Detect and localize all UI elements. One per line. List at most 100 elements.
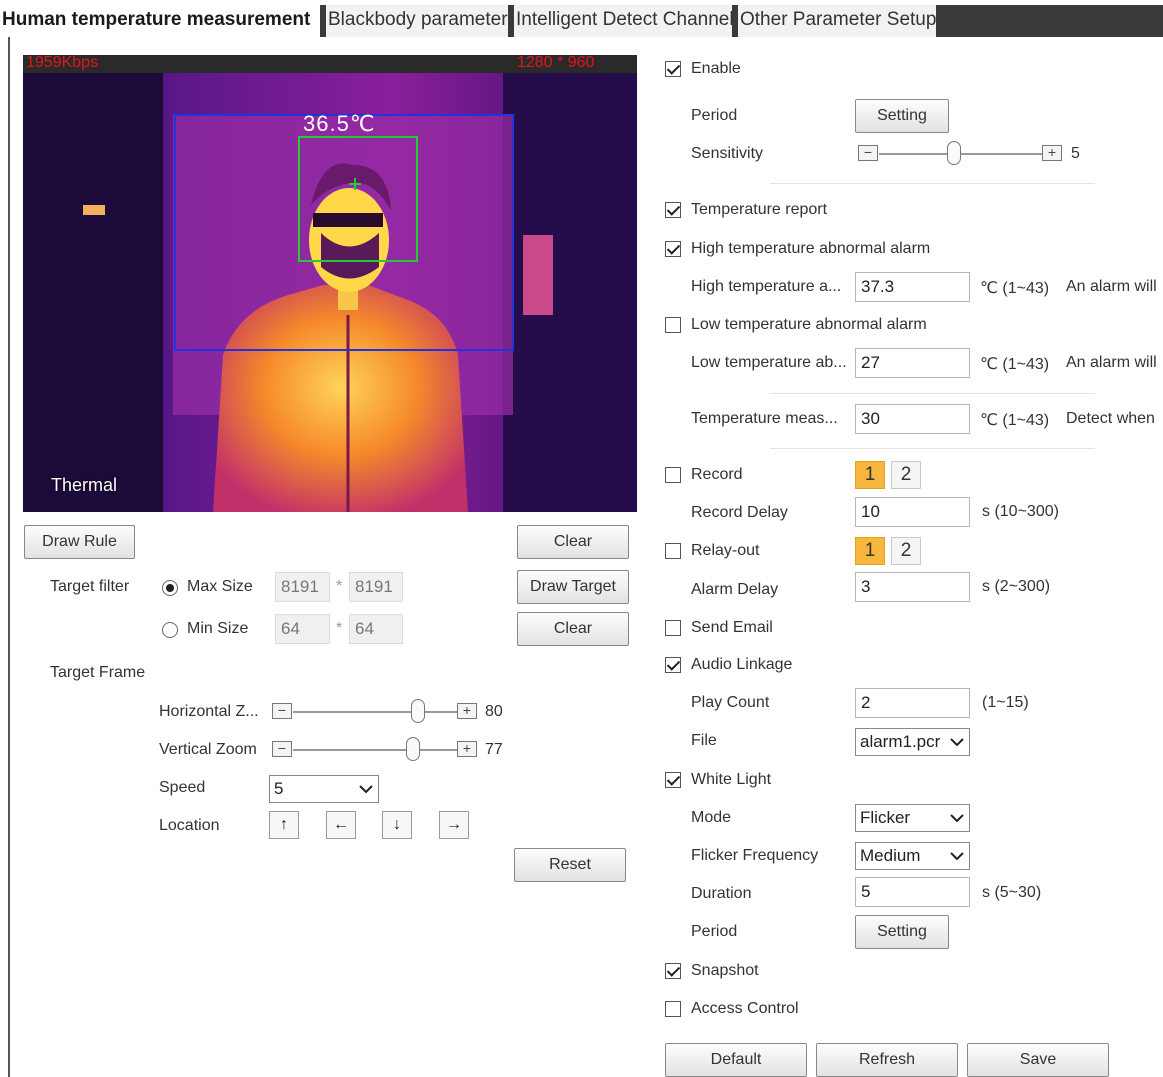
audio-linkage-label: Audio Linkage (691, 656, 793, 673)
default-button[interactable]: Default (665, 1043, 807, 1077)
sensitivity-label: Sensitivity (691, 145, 764, 162)
target-filter-label: Target filter (50, 578, 130, 595)
sensitivity-plus[interactable]: + (1042, 145, 1062, 161)
max-height-field[interactable]: 8191 (349, 572, 403, 602)
play-count-range: (1~15) (982, 694, 1029, 711)
low-alarm-label: Low temperature abnormal alarm (691, 316, 927, 333)
enable-checkbox[interactable] (665, 61, 681, 77)
horizontal-zoom-track[interactable] (293, 711, 457, 713)
speed-label: Speed (159, 779, 206, 796)
send-email-checkbox[interactable] (665, 620, 681, 636)
record-channel-2[interactable]: 2 (891, 461, 921, 489)
tab-bar: Human temperature measurement Blackbody … (0, 5, 1163, 37)
resolution-label: 1280 * 960 (517, 55, 595, 71)
horizontal-zoom-minus[interactable]: − (272, 703, 292, 719)
vertical-zoom-thumb[interactable] (406, 737, 420, 761)
arrow-left-icon[interactable]: ← (326, 811, 356, 839)
save-button[interactable]: Save (967, 1043, 1109, 1077)
mode-select[interactable]: Flicker (855, 804, 970, 832)
duration-label: Duration (691, 885, 752, 902)
times-sign: * (336, 578, 343, 595)
high-alarm-checkbox[interactable] (665, 241, 681, 257)
high-alarm-label: High temperature abnormal alarm (691, 240, 931, 257)
divider (770, 183, 1095, 184)
play-count-field[interactable]: 2 (855, 688, 970, 718)
snapshot-checkbox[interactable] (665, 963, 681, 979)
record-channel-1[interactable]: 1 (855, 461, 885, 489)
horizontal-zoom-thumb[interactable] (411, 699, 425, 723)
speed-select[interactable]: 5 (269, 775, 379, 803)
draw-target-button[interactable]: Draw Target (517, 570, 629, 604)
relay-channel-2[interactable]: 2 (891, 537, 921, 565)
horizontal-zoom-plus[interactable]: + (457, 703, 477, 719)
white-light-label: White Light (691, 771, 772, 788)
times-sign: * (336, 620, 343, 637)
access-control-checkbox[interactable] (665, 1001, 681, 1017)
reset-button[interactable]: Reset (514, 848, 626, 882)
high-range-label: ℃ (1~43) (980, 280, 1050, 297)
chevron-down-icon (950, 738, 964, 747)
duration-range: s (5~30) (982, 884, 1042, 901)
low-alarm-checkbox[interactable] (665, 317, 681, 333)
vertical-zoom-minus[interactable]: − (272, 741, 292, 757)
thermal-video-view[interactable]: 1959Kbps 1280 * 960 36.5℃ Thermal (23, 55, 637, 512)
record-checkbox[interactable] (665, 467, 681, 483)
tab-intelligent-detect[interactable]: Intelligent Detect Channel (514, 5, 732, 37)
send-email-label: Send Email (691, 619, 773, 636)
record-delay-field[interactable]: 10 (855, 497, 970, 527)
arrow-right-icon[interactable]: → (439, 811, 469, 839)
mode-label: Mode (691, 809, 732, 826)
max-size-label: Max Size (187, 578, 253, 595)
min-height-field[interactable]: 64 (349, 614, 403, 644)
speed-value: 5 (274, 779, 284, 798)
chevron-down-icon (950, 814, 964, 823)
channel-label: Thermal (51, 475, 118, 495)
enable-label: Enable (691, 60, 741, 77)
white-light-checkbox[interactable] (665, 772, 681, 788)
period-setting-button[interactable]: Setting (855, 99, 949, 133)
sensitivity-minus[interactable]: − (858, 145, 878, 161)
max-width-field[interactable]: 8191 (275, 572, 330, 602)
record-label: Record (691, 466, 743, 483)
access-control-label: Access Control (691, 1000, 799, 1017)
clear-rule-button[interactable]: Clear (517, 525, 629, 559)
temperature-report-checkbox[interactable] (665, 202, 681, 218)
draw-rule-button[interactable]: Draw Rule (24, 525, 135, 559)
vertical-zoom-plus[interactable]: + (457, 741, 477, 757)
period-2-setting-button[interactable]: Setting (855, 915, 949, 949)
play-count-label: Play Count (691, 694, 770, 711)
vertical-zoom-value: 77 (485, 741, 503, 758)
flicker-frequency-select[interactable]: Medium (855, 842, 970, 870)
tab-other-parameter[interactable]: Other Parameter Setup (738, 5, 936, 37)
low-threshold-field[interactable]: 27 (855, 348, 970, 378)
alarm-delay-field[interactable]: 3 (855, 572, 970, 602)
audio-linkage-checkbox[interactable] (665, 657, 681, 673)
duration-field[interactable]: 5 (855, 877, 970, 907)
min-width-field[interactable]: 64 (275, 614, 330, 644)
refresh-button[interactable]: Refresh (816, 1043, 958, 1077)
max-size-radio[interactable] (162, 580, 178, 596)
min-size-radio[interactable] (162, 622, 178, 638)
arrow-down-icon[interactable]: ↓ (382, 811, 412, 839)
tab-human-temperature[interactable]: Human temperature measurement (0, 5, 320, 37)
high-threshold-field[interactable]: 37.3 (855, 272, 970, 302)
high-threshold-label: High temperature a... (691, 278, 842, 295)
file-label: File (691, 732, 717, 749)
location-label: Location (159, 817, 220, 834)
arrow-up-icon[interactable]: ↑ (269, 811, 299, 839)
measure-note-label: Detect when (1066, 410, 1155, 427)
chevron-down-icon (359, 785, 373, 794)
clear-target-button[interactable]: Clear (517, 612, 629, 646)
vertical-zoom-track[interactable] (293, 749, 457, 751)
file-select[interactable]: alarm1.pcr (855, 728, 970, 756)
relay-channel-1[interactable]: 1 (855, 537, 885, 565)
relay-out-label: Relay-out (691, 542, 760, 559)
period-2-label: Period (691, 923, 738, 940)
sensitivity-thumb[interactable] (947, 141, 961, 165)
vertical-zoom-label: Vertical Zoom (159, 741, 257, 758)
relay-out-checkbox[interactable] (665, 543, 681, 559)
temperature-reading: 36.5℃ (303, 111, 376, 136)
measure-threshold-field[interactable]: 30 (855, 404, 970, 434)
tab-blackbody[interactable]: Blackbody parameter (326, 5, 508, 37)
record-delay-range: s (10~300) (982, 503, 1059, 520)
